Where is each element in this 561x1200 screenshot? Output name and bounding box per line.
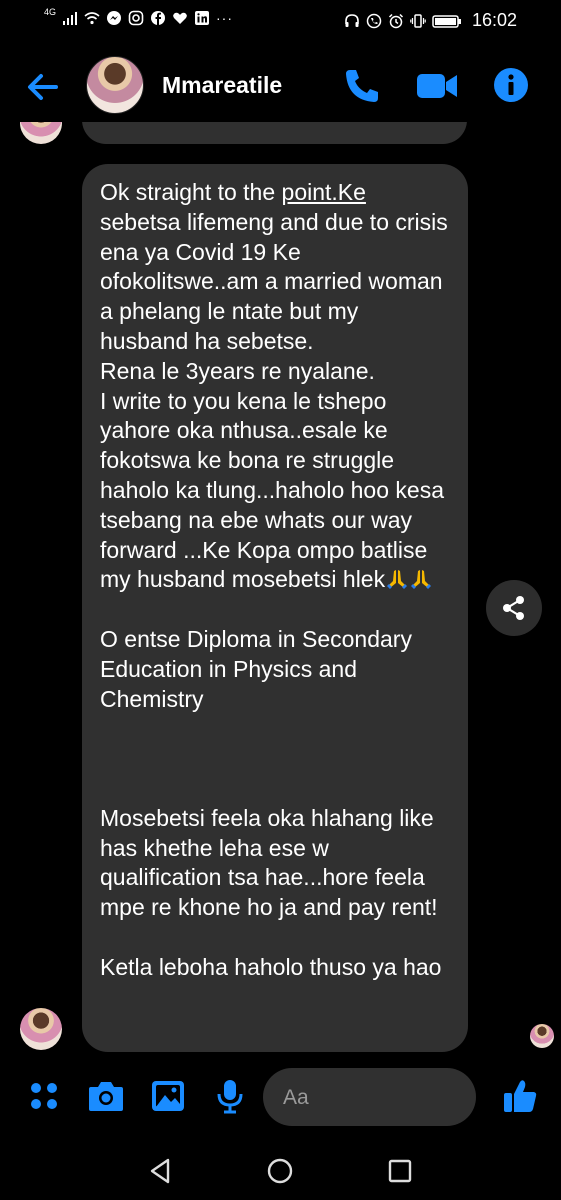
signal-icon [63,12,78,25]
status-left-icons: 4G ··· [44,7,234,26]
system-navigation-bar [0,1140,561,1200]
previous-sender-avatar [20,122,62,144]
call-volume-icon [366,13,382,28]
message-text-end: O entse Diploma in Secondary Education i… [100,625,442,980]
recents-square-icon[interactable] [385,1156,415,1186]
back-arrow-icon[interactable] [22,66,64,108]
sender-avatar[interactable] [20,1008,62,1050]
heart-icon [173,12,187,24]
four-dots-icon [31,1083,57,1109]
thumbs-up-icon [504,1080,537,1112]
praying-hands-emoji-icon [387,570,408,590]
message-input-container [263,1068,476,1126]
message-text-start: Ok straight to the [100,179,282,205]
message-text: Ok straight to the point.Ke sebetsa life… [100,178,450,983]
camera-icon [89,1082,123,1111]
message-composer [0,1062,561,1132]
battery-icon [432,14,461,28]
more-notifications-icon: ··· [216,10,234,26]
phone-call-icon[interactable] [342,66,382,106]
share-button[interactable] [486,580,542,636]
home-circle-icon[interactable] [265,1156,295,1186]
message-thread[interactable]: Ok straight to the point.Ke sebetsa life… [0,122,561,1052]
alarm-icon [388,13,403,28]
linkedin-icon [195,11,210,25]
share-icon [503,596,524,620]
back-triangle-icon[interactable] [146,1156,176,1186]
message-link[interactable]: point.Ke [282,179,366,205]
status-right-icons: 16:02 [344,10,517,31]
network-type-label: 4G [44,7,57,17]
more-actions-button[interactable] [24,1076,64,1116]
headphones-icon [345,13,359,27]
previous-message-bubble[interactable] [82,122,467,144]
message-bubble[interactable]: Ok straight to the point.Ke sebetsa life… [82,164,468,1052]
image-icon [152,1081,184,1111]
instagram-icon [128,10,144,26]
vibrate-icon [410,13,426,28]
messenger-screen: 4G ··· 16:02 Mmareatile Ok straight to t… [0,0,561,1200]
camera-button[interactable] [86,1076,126,1116]
clock-time: 16:02 [471,10,517,30]
voice-clip-button[interactable] [210,1076,250,1116]
message-input[interactable] [281,1080,425,1116]
conversation-header: Mmareatile [0,50,561,122]
contact-avatar[interactable] [86,56,144,114]
praying-hands-emoji-icon [411,570,432,590]
messenger-icon [107,11,122,25]
gallery-button[interactable] [148,1076,188,1116]
facebook-icon [151,11,166,25]
info-icon[interactable] [492,66,530,104]
message-text-body: sebetsa lifemeng and due to crisis ena y… [100,208,448,593]
microphone-icon [217,1080,243,1114]
wifi-icon [84,12,100,25]
video-call-icon[interactable] [415,66,459,106]
status-bar: 4G ··· 16:02 [0,0,561,42]
like-button[interactable] [500,1076,540,1116]
contact-name[interactable]: Mmareatile [162,72,282,99]
seen-receipt-avatar [530,1024,554,1048]
